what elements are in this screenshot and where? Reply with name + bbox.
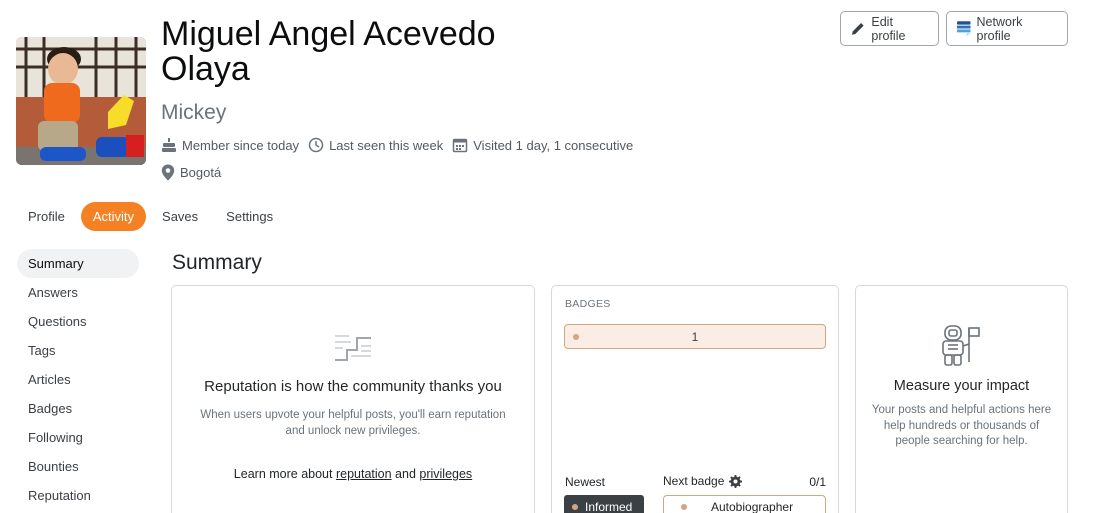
tab-profile[interactable]: Profile [17,202,77,231]
reputation-link[interactable]: reputation [336,467,392,481]
sidenav-item-reputation[interactable]: Reputation [17,481,139,510]
reputation-card-title: Reputation is how the community thanks y… [204,378,502,395]
location-pin-icon [161,164,175,180]
next-badge-progress: 0/1 [809,475,826,489]
sidenav-item-tags[interactable]: Tags [17,336,139,365]
cake-icon [162,138,176,152]
user-avatar [16,37,146,165]
reputation-graph-icon [335,335,371,361]
next-badge-name: Autobiographer [711,500,794,513]
learn-more-and: and [391,467,420,481]
member-since: Member since today [161,137,299,153]
bronze-badge-icon [572,504,578,510]
next-badge-header: Next badge [663,474,743,488]
user-meta-row: Member since today Last seen this week V… [161,135,642,155]
learn-more-prefix: Learn more about [233,467,336,481]
user-display-name: Miguel Angel Acevedo Olaya [161,15,496,88]
sidenav-item-answers[interactable]: Answers [17,278,139,307]
sidenav-item-bounties[interactable]: Bounties [17,452,139,481]
sidenav-item-summary[interactable]: Summary [17,249,139,278]
badges-card: BADGES 1 Newest Next badge 0/1 Informed … [551,285,839,513]
location-text: Bogotá [180,164,222,180]
profile-tabs: Profile Activity Saves Settings [17,202,289,231]
edit-profile-label: Edit profile [871,14,906,43]
tab-settings[interactable]: Settings [214,202,285,231]
tab-saves[interactable]: Saves [150,202,210,231]
clock-icon [308,137,324,153]
visited-text: Visited 1 day, 1 consecutive [473,137,634,153]
newest-badge-name: Informed [585,500,633,513]
newest-badge[interactable]: Informed [564,495,644,513]
next-badge-label: Next badge [663,474,725,488]
bronze-badge-count-bar[interactable]: 1 [564,324,826,349]
calendar-icon [453,138,468,153]
astronaut-flag-icon [942,325,980,366]
user-nickname: Mickey [161,101,227,124]
user-location: Bogotá [161,162,221,182]
reputation-card: Reputation is how the community thanks y… [171,285,535,513]
privileges-link[interactable]: privileges [419,467,472,481]
impact-card-description: Your posts and helpful actions here help… [871,404,1052,447]
edit-profile-button[interactable]: Edit profile [840,11,939,46]
network-profile-button[interactable]: Network profile [946,11,1068,46]
newest-badge-label: Newest [565,475,606,489]
stack-exchange-icon [957,21,971,36]
impact-card: Measure your impact Your posts and helpf… [855,285,1068,513]
last-seen: Last seen this week [308,137,443,153]
sidenav-item-articles[interactable]: Articles [17,365,139,394]
reputation-learn-more: Learn more about reputation and privileg… [172,467,534,481]
last-seen-text: Last seen this week [329,137,444,153]
bronze-badge-count: 1 [691,329,699,344]
tab-activity[interactable]: Activity [80,202,147,231]
visited: Visited 1 day, 1 consecutive [452,137,633,153]
sidenav-item-badges[interactable]: Badges [17,394,139,423]
sidenav-item-questions[interactable]: Questions [17,307,139,336]
bronze-badge-icon [681,504,687,510]
reputation-card-description: When users upvote your helpful posts, yo… [200,409,506,437]
network-profile-label: Network profile [976,14,1023,43]
pencil-icon [851,23,864,35]
badges-card-label: BADGES [565,298,611,310]
impact-card-title: Measure your impact [893,378,1030,394]
sidenav-item-following[interactable]: Following [17,423,139,452]
gear-icon[interactable] [729,474,743,488]
member-since-text: Member since today [182,137,300,153]
summary-title: Summary [172,251,262,274]
next-badge[interactable]: Autobiographer [663,495,826,513]
activity-sidenav: Summary Answers Questions Tags Articles … [17,249,139,510]
